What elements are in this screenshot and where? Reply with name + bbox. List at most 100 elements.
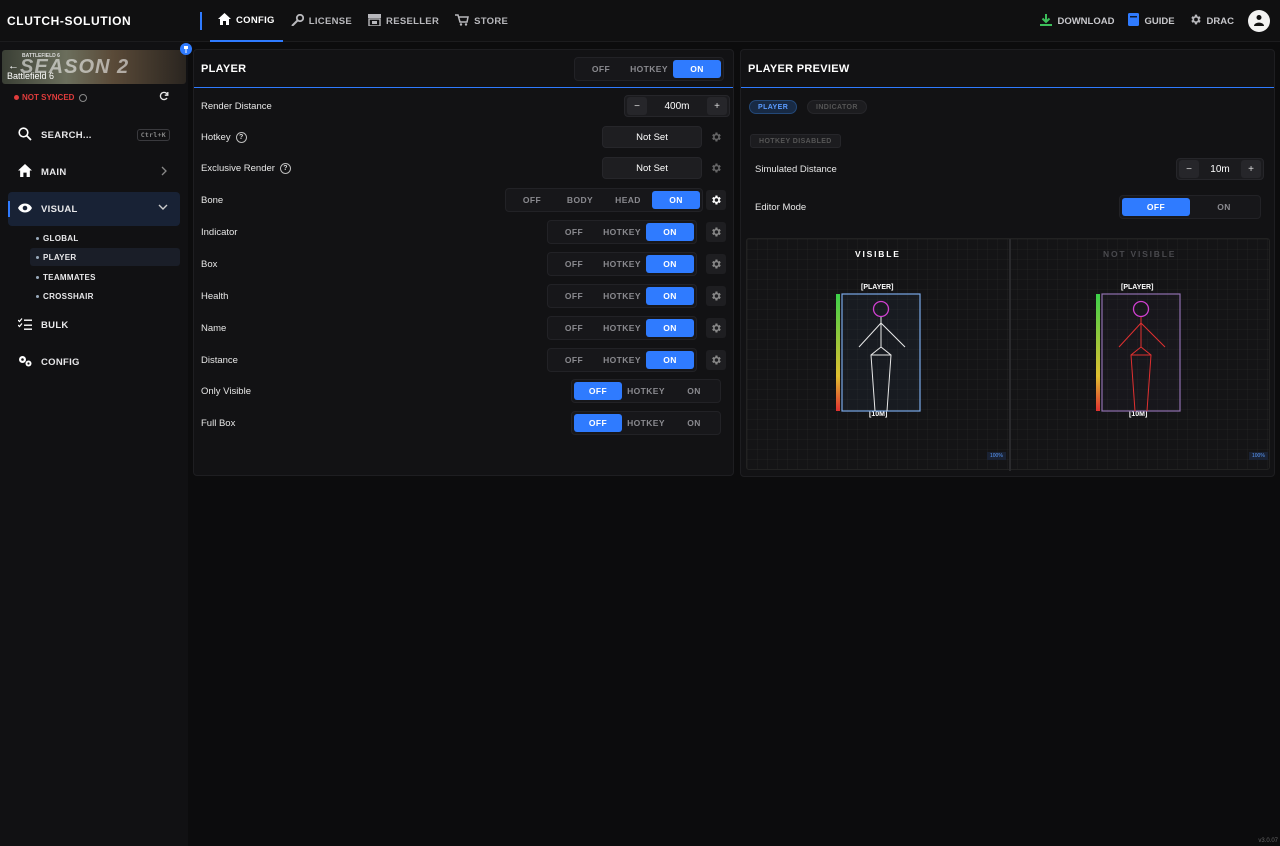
gear-icon[interactable] (706, 286, 726, 306)
sidebar-sub-player[interactable]: PLAYER (30, 248, 180, 266)
user-icon (1253, 14, 1265, 29)
bone-label: Bone (201, 195, 223, 206)
box-off[interactable]: OFF (550, 255, 598, 273)
box-toggle: OFF HOTKEY ON (547, 252, 697, 276)
only-visible-hotkey[interactable]: HOTKEY (622, 382, 670, 400)
indicator-on[interactable]: ON (646, 223, 694, 241)
name-hotkey[interactable]: HOTKEY (598, 319, 646, 337)
minus-button[interactable]: − (627, 97, 647, 115)
gear-icon[interactable] (706, 190, 726, 210)
preview-panel-header: PLAYER PREVIEW (741, 50, 1274, 88)
bone-off[interactable]: OFF (508, 191, 556, 209)
gear-icon[interactable] (706, 350, 726, 370)
visible-player-figure (836, 293, 921, 412)
indicator-toggle: OFF HOTKEY ON (547, 220, 697, 244)
plus-button[interactable]: + (707, 97, 727, 115)
gear-icon[interactable] (706, 222, 726, 242)
player-mode-hotkey[interactable]: HOTKEY (625, 60, 673, 78)
health-on[interactable]: ON (646, 287, 694, 305)
sidebar-sub-crosshair[interactable]: CROSSHAIR (30, 287, 180, 305)
nav-reseller[interactable]: RESELLER (360, 0, 447, 42)
player-mode-off[interactable]: OFF (577, 60, 625, 78)
player-mode-on[interactable]: ON (673, 60, 721, 78)
sidebar-search[interactable]: SEARCH... Ctrl+K (8, 118, 180, 152)
editor-mode-on[interactable]: ON (1190, 198, 1258, 216)
only-visible-on[interactable]: ON (670, 382, 718, 400)
health-off[interactable]: OFF (550, 287, 598, 305)
full-box-toggle: OFF HOTKEY ON (571, 411, 721, 435)
gear-icon[interactable] (706, 127, 726, 147)
sidebar-sub-teammates[interactable]: TEAMMATES (30, 268, 180, 286)
distance-off[interactable]: OFF (550, 351, 598, 369)
sub-player-label: PLAYER (43, 252, 77, 262)
help-icon[interactable]: ? (235, 132, 247, 143)
preview-panel-title: PLAYER PREVIEW (748, 63, 850, 75)
indicator-off[interactable]: OFF (550, 223, 598, 241)
hotkey-button[interactable]: Not Set (602, 126, 702, 148)
exclusive-render-button[interactable]: Not Set (602, 157, 702, 179)
nav-store[interactable]: STORE (447, 0, 516, 42)
name-on[interactable]: ON (646, 319, 694, 337)
render-distance-stepper: − 400m + (624, 95, 730, 117)
refresh-icon[interactable] (159, 91, 169, 104)
game-banner[interactable]: BATTLEFIELD 6 SEASON 2 ← Battlefield 6 (2, 50, 186, 84)
gear-icon[interactable] (706, 254, 726, 274)
distance-toggle: OFF HOTKEY ON (547, 348, 697, 372)
guide-link[interactable]: GUIDE (1128, 13, 1175, 29)
info-icon (79, 93, 88, 102)
nav-license[interactable]: LICENSE (283, 0, 360, 42)
player-mode-toggle: OFF HOTKEY ON (574, 57, 724, 81)
download-link[interactable]: DOWNLOAD (1040, 13, 1114, 29)
bullet-icon (36, 294, 39, 298)
nav-config[interactable]: CONFIG (210, 0, 283, 42)
full-box-hotkey[interactable]: HOTKEY (622, 414, 670, 432)
nav-config-label: CONFIG (236, 14, 275, 26)
search-icon (18, 126, 32, 144)
home-icon (218, 12, 231, 28)
bone-text: Bone (201, 195, 224, 206)
guide-label: GUIDE (1144, 15, 1175, 27)
home-icon (18, 164, 32, 180)
help-icon[interactable]: ? (279, 163, 291, 174)
box-on[interactable]: ON (646, 255, 694, 273)
sidebar-sub-global[interactable]: GLOBAL (30, 229, 180, 247)
bone-head[interactable]: HEAD (604, 191, 652, 209)
distance-on[interactable]: ON (646, 351, 694, 369)
sync-status: NOT SYNCED (14, 93, 88, 102)
sidebar-item-visual[interactable]: VISUAL (8, 192, 180, 226)
name-toggle: OFF HOTKEY ON (547, 316, 697, 340)
bone-body[interactable]: BODY (556, 191, 604, 209)
box-hotkey[interactable]: HOTKEY (598, 255, 646, 273)
tab-player[interactable]: PLAYER (749, 100, 798, 114)
only-visible-off[interactable]: OFF (574, 382, 622, 400)
indicator-label: Indicator (201, 227, 237, 238)
bullet-icon (36, 275, 39, 279)
tab-indicator[interactable]: INDICATOR (807, 100, 867, 114)
gear-icon[interactable] (706, 158, 726, 178)
name-text: Name (201, 323, 227, 334)
cart-icon (455, 13, 470, 29)
editor-mode-off[interactable]: OFF (1122, 198, 1190, 216)
bone-toggle: OFF BODY HEAD ON (505, 188, 703, 212)
avatar[interactable] (1248, 10, 1270, 32)
gear-icon[interactable] (706, 318, 726, 338)
sidebar-item-config[interactable]: CONFIG (8, 345, 180, 379)
nav-reseller-label: RESELLER (386, 15, 440, 27)
distance-hotkey[interactable]: HOTKEY (598, 351, 646, 369)
gears-icon (18, 355, 32, 370)
indicator-hotkey[interactable]: HOTKEY (598, 223, 646, 241)
name-off[interactable]: OFF (550, 319, 598, 337)
full-box-off[interactable]: OFF (574, 414, 622, 432)
nav-license-label: LICENSE (308, 15, 353, 27)
pin-icon[interactable] (180, 43, 192, 55)
sidebar-item-main[interactable]: MAIN (8, 155, 180, 189)
bone-on[interactable]: ON (652, 191, 700, 209)
minus-button[interactable]: − (1179, 160, 1199, 178)
simulated-distance-stepper: − 10m + (1176, 158, 1264, 180)
plus-button[interactable]: + (1241, 160, 1261, 178)
box-text: Box (201, 259, 218, 270)
sidebar-item-bulk[interactable]: BULK (8, 308, 180, 342)
full-box-on[interactable]: ON (670, 414, 718, 432)
health-hotkey[interactable]: HOTKEY (598, 287, 646, 305)
user-menu[interactable]: DRAC (1189, 13, 1234, 29)
